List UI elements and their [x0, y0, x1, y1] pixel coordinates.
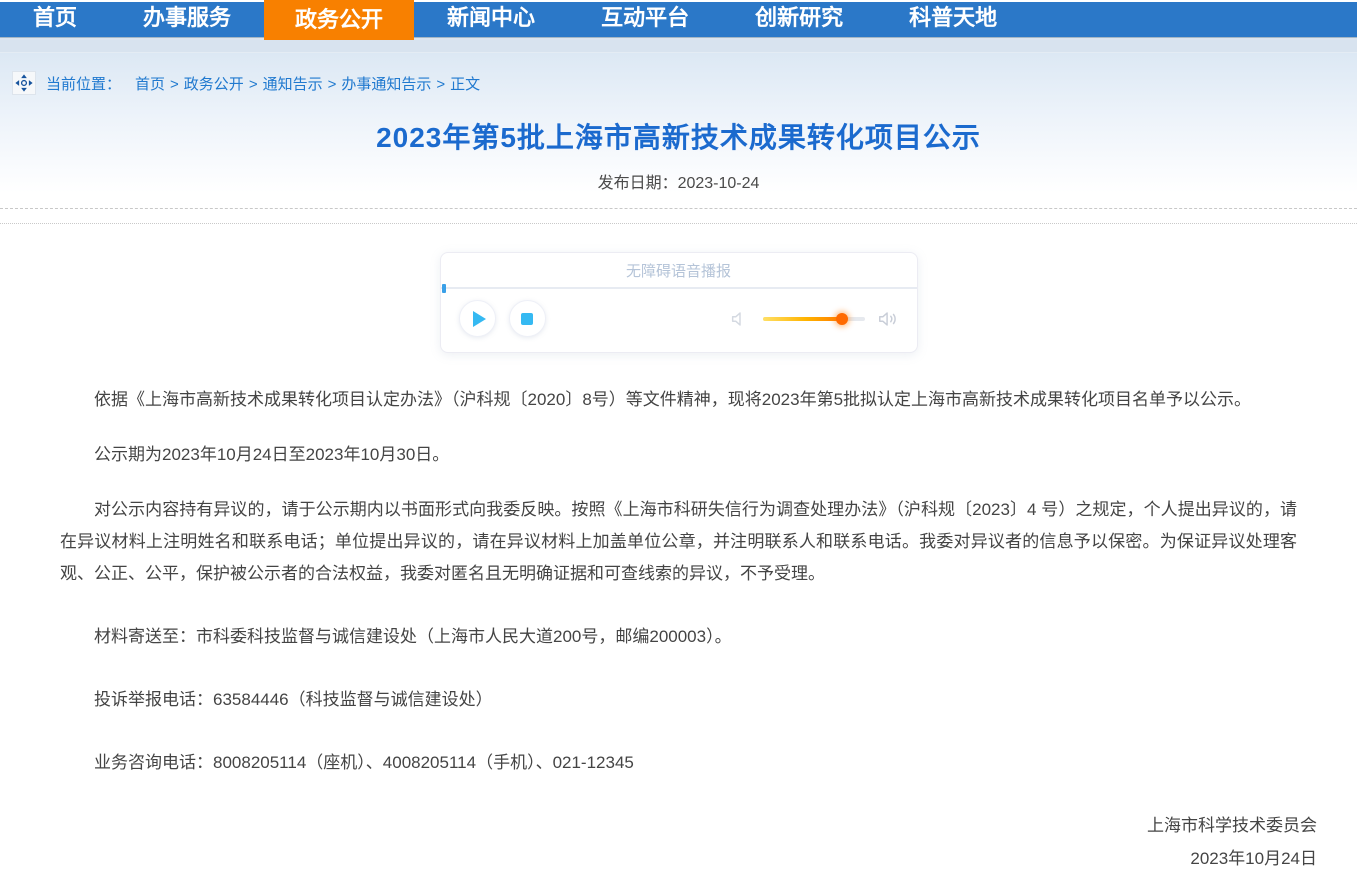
move-compass-icon	[12, 71, 36, 95]
nav-tab-3[interactable]: 新闻中心	[414, 0, 568, 40]
volume-slider[interactable]	[763, 317, 865, 321]
nav-sub-strip	[0, 40, 1357, 53]
volume-loud-icon[interactable]	[877, 308, 899, 330]
nav-tab-5[interactable]: 创新研究	[722, 0, 876, 40]
stop-icon	[521, 313, 533, 325]
dotted-separator	[0, 223, 1357, 224]
breadcrumb-items: 首页>政务公开>通知告示>办事通知告示>正文	[135, 73, 480, 94]
play-icon	[473, 311, 486, 327]
publish-date: 发布日期：2023-10-24	[0, 169, 1357, 193]
signature-org: 上海市科学技术委员会	[0, 809, 1317, 842]
audio-player: 无障碍语音播报	[440, 252, 918, 353]
top-navigation: 首页办事服务政务公开新闻中心互动平台创新研究科普天地	[0, 0, 1357, 40]
volume-mute-icon[interactable]	[729, 308, 751, 330]
article-body: 依据《上海市高新技术成果转化项目认定办法》（沪科规〔2020〕8号）等文件精神，…	[0, 384, 1357, 779]
volume-controls	[729, 308, 899, 330]
audio-player-title: 无障碍语音播报	[441, 253, 917, 287]
article-paragraph: 依据《上海市高新技术成果转化项目认定办法》（沪科规〔2020〕8号）等文件精神，…	[60, 384, 1297, 416]
volume-handle[interactable]	[836, 313, 848, 325]
audio-progress-handle[interactable]	[442, 284, 446, 293]
breadcrumb-label: 当前位置：	[46, 73, 121, 94]
breadcrumb-separator: >	[249, 76, 258, 93]
page-title: 2023年第5批上海市高新技术成果转化项目公示	[0, 116, 1357, 156]
breadcrumb-separator: >	[436, 76, 445, 93]
dashed-separator	[0, 208, 1357, 209]
nav-tab-2[interactable]: 政务公开	[264, 0, 414, 40]
stop-button[interactable]	[509, 300, 546, 337]
article-signature: 上海市科学技术委员会 2023年10月24日	[0, 809, 1357, 875]
audio-player-controls	[441, 289, 917, 352]
breadcrumb-link-3[interactable]: 办事通知告示	[341, 76, 431, 93]
article-paragraph: 对公示内容持有异议的，请于公示期内以书面形式向我委反映。按照《上海市科研失信行为…	[60, 494, 1297, 590]
nav-tab-6[interactable]: 科普天地	[876, 0, 1030, 40]
nav-tab-1[interactable]: 办事服务	[110, 0, 264, 40]
breadcrumb-link-4[interactable]: 正文	[450, 76, 480, 93]
breadcrumb-link-0[interactable]: 首页	[135, 76, 165, 93]
publish-date-label: 发布日期：	[598, 175, 678, 192]
article-paragraph: 业务咨询电话：8008205114（座机）、4008205114（手机）、021…	[60, 747, 1297, 779]
breadcrumb-separator: >	[328, 76, 337, 93]
publish-date-value: 2023-10-24	[678, 175, 760, 192]
signature-date: 2023年10月24日	[0, 842, 1317, 875]
breadcrumb-link-2[interactable]: 通知告示	[263, 76, 323, 93]
breadcrumb-separator: >	[170, 76, 179, 93]
article-paragraph: 公示期为2023年10月24日至2023年10月30日。	[60, 439, 1297, 471]
breadcrumb-link-1[interactable]: 政务公开	[184, 76, 244, 93]
audio-progress-bar[interactable]	[441, 287, 917, 289]
volume-fill	[763, 317, 843, 321]
article-paragraph: 材料寄送至：市科委科技监督与诚信建设处（上海市人民大道200号，邮编200003…	[60, 621, 1297, 653]
nav-tab-0[interactable]: 首页	[0, 0, 110, 40]
article-paragraph: 投诉举报电话：63584446（科技监督与诚信建设处）	[60, 684, 1297, 716]
nav-tab-4[interactable]: 互动平台	[568, 0, 722, 40]
play-button[interactable]	[459, 300, 496, 337]
page-header: 当前位置： 首页>政务公开>通知告示>办事通知告示>正文 2023年第5批上海市…	[0, 53, 1357, 193]
breadcrumb: 当前位置： 首页>政务公开>通知告示>办事通知告示>正文	[0, 70, 1357, 96]
